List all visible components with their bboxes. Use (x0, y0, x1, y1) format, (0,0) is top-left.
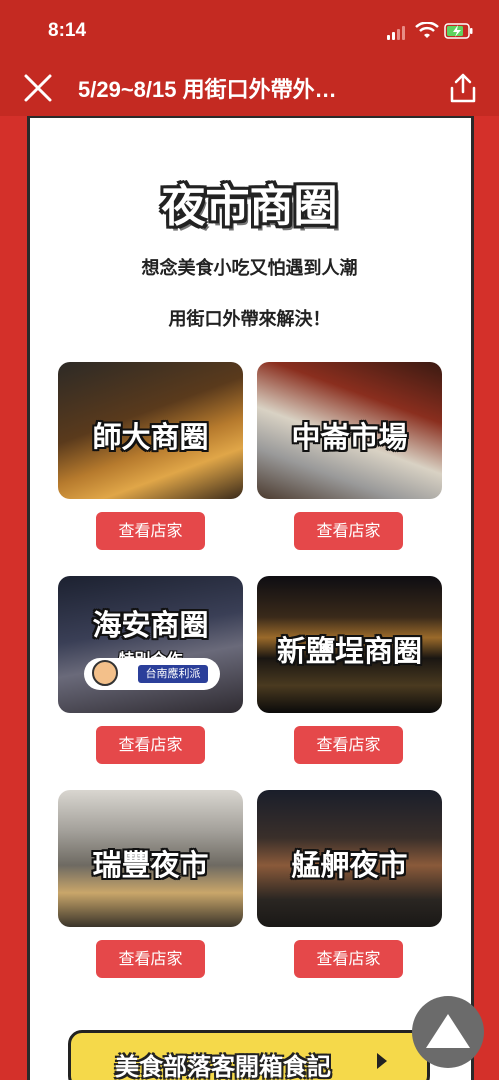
tile-shida[interactable]: 師大商圈 (58, 362, 243, 499)
tile-label: 瑞豐夜市 (92, 848, 209, 882)
wifi-icon (415, 22, 439, 38)
view-stores-button-shida[interactable]: 查看店家 (96, 512, 205, 550)
battery-charging-icon (444, 23, 473, 39)
tile-label: 海安商圈 (92, 608, 209, 642)
tile-label: 新鹽埕商圈 (276, 634, 422, 668)
view-stores-button-xinyancheng[interactable]: 查看店家 (294, 726, 403, 764)
play-arrow-icon (377, 1053, 387, 1069)
tile-label: 艋舺夜市 (291, 848, 408, 882)
mascot-avatar (92, 660, 118, 686)
page-title-bar: 5/29~8/15 用街口外帶外… (78, 77, 337, 102)
up-arrow-icon (426, 1014, 470, 1048)
collab-badge-text: 台南應利派 (138, 665, 208, 683)
blogger-review-banner[interactable]: 美食部落客開箱食記 (68, 1030, 430, 1080)
share-icon[interactable] (448, 72, 478, 104)
banner-text: 美食部落客開箱食記 (115, 1053, 331, 1080)
tile-haian[interactable]: 海安商圈 特別合作 台南應利派 (58, 576, 243, 713)
section-title: 夜市商圈 (161, 181, 338, 232)
tile-ruifeng[interactable]: 瑞豐夜市 (58, 790, 243, 927)
tile-mengjia[interactable]: 艋舺夜市 (257, 790, 442, 927)
subtitle-line-1: 想念美食小吃又怕遇到人潮 (141, 258, 358, 279)
view-stores-button-zhonglun[interactable]: 查看店家 (294, 512, 403, 550)
cellular-signal-icon (387, 26, 409, 40)
tile-xinyancheng[interactable]: 新鹽埕商圈 (257, 576, 442, 713)
tile-label: 中崙市場 (291, 420, 408, 454)
navigation-bar: 5/29~8/15 用街口外帶外… (0, 58, 499, 116)
tile-zhonglun[interactable]: 中崙市場 (257, 362, 442, 499)
view-stores-button-haian[interactable]: 查看店家 (96, 726, 205, 764)
scroll-to-top-button[interactable] (412, 996, 484, 1068)
view-stores-button-ruifeng[interactable]: 查看店家 (96, 940, 205, 978)
view-stores-button-mengjia[interactable]: 查看店家 (294, 940, 403, 978)
tile-label: 師大商圈 (92, 420, 209, 454)
subtitle-line-2: 用街口外帶來解決！ (168, 309, 331, 330)
status-time: 8:14 (48, 20, 87, 41)
close-icon[interactable] (22, 72, 54, 104)
status-bar: 8:14 (0, 0, 499, 58)
